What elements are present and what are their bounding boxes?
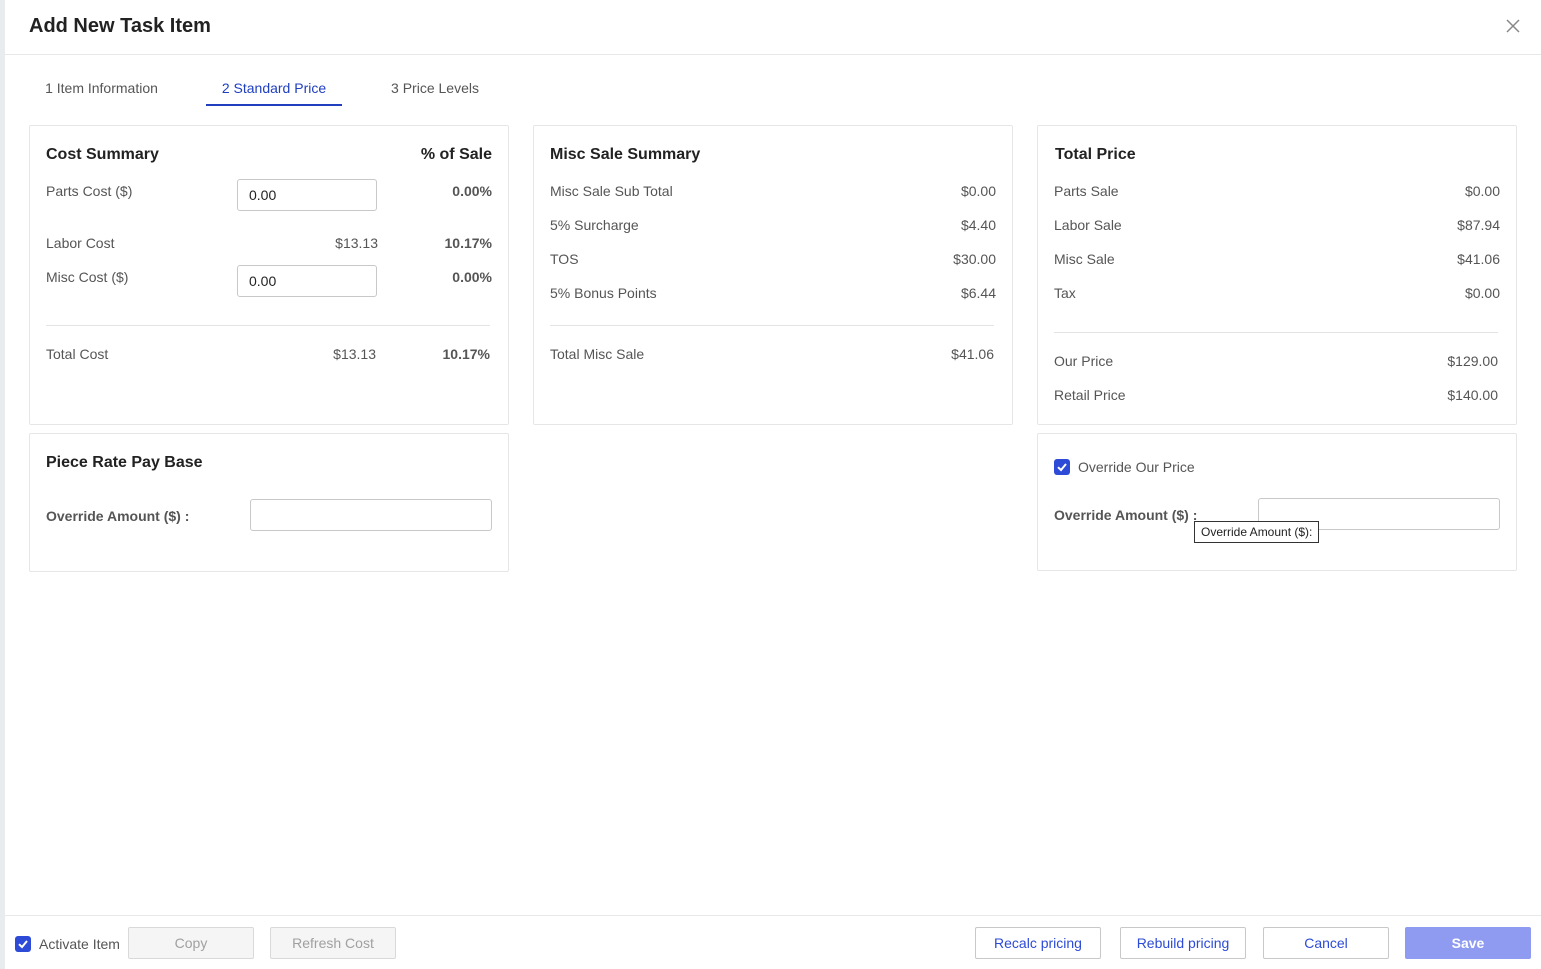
- misc-cost-label: Misc Cost ($): [46, 269, 129, 285]
- piece-rate-override-label: Override Amount ($) :: [46, 508, 190, 524]
- cost-divider: [46, 325, 490, 326]
- surcharge-label: 5% Surcharge: [550, 217, 639, 233]
- tos-value: $30.00: [953, 251, 996, 267]
- checkmark-icon: [18, 940, 28, 949]
- close-icon[interactable]: [1501, 14, 1525, 38]
- modal-footer: Activate Item Copy Refresh Cost Recalc p…: [5, 915, 1541, 969]
- misc-cost-input[interactable]: [237, 265, 377, 297]
- total-price-title: Total Price: [1055, 146, 1136, 163]
- bonus-points-label: 5% Bonus Points: [550, 285, 657, 301]
- tab-item-information[interactable]: 1 Item Information: [29, 72, 174, 106]
- surcharge-value: $4.40: [960, 217, 996, 233]
- our-price-label: Our Price: [1054, 353, 1114, 369]
- misc-sale-label: Misc Sale: [1054, 251, 1115, 267]
- recalc-pricing-button[interactable]: Recalc pricing: [975, 927, 1101, 959]
- total-misc-sale-label: Total Misc Sale: [550, 346, 645, 362]
- labor-sale-label: Labor Sale: [1054, 217, 1122, 233]
- parts-cost-input[interactable]: [237, 179, 377, 211]
- labor-sale-value: $87.94: [1457, 217, 1500, 233]
- tax-value: $0.00: [1464, 285, 1500, 301]
- total-price-divider: [1054, 332, 1498, 333]
- override-amount-label: Override Amount ($) :: [1054, 507, 1198, 523]
- tos-label: TOS: [550, 251, 579, 267]
- override-our-price-card: Override Our Price Override Amount ($) :…: [1037, 433, 1517, 571]
- labor-cost-value: $13.13: [335, 235, 378, 251]
- activate-item-checkbox[interactable]: [15, 936, 31, 952]
- checkmark-icon: [1057, 463, 1067, 472]
- total-cost-value: $13.13: [333, 346, 376, 362]
- override-our-price-checkbox[interactable]: [1054, 459, 1070, 475]
- labor-cost-label: Labor Cost: [46, 235, 115, 251]
- tax-label: Tax: [1054, 285, 1076, 301]
- retail-price-value: $140.00: [1447, 387, 1498, 403]
- parts-sale-label: Parts Sale: [1054, 183, 1119, 199]
- rebuild-pricing-button[interactable]: Rebuild pricing: [1120, 927, 1246, 959]
- tab-price-levels[interactable]: 3 Price Levels: [375, 72, 495, 106]
- modal-header: Add New Task Item: [5, 0, 1541, 55]
- pct-of-sale-header: % of Sale: [420, 146, 492, 163]
- misc-sale-summary-title: Misc Sale Summary: [550, 146, 701, 163]
- piece-rate-override-input[interactable]: [250, 499, 492, 531]
- misc-divider: [550, 325, 994, 326]
- save-button[interactable]: Save: [1405, 927, 1531, 959]
- piece-rate-title: Piece Rate Pay Base: [46, 454, 203, 471]
- override-amount-tooltip: Override Amount ($):: [1194, 521, 1320, 543]
- parts-sale-value: $0.00: [1464, 183, 1500, 199]
- modal-title: Add New Task Item: [29, 15, 211, 37]
- misc-sale-value: $41.06: [1457, 251, 1500, 267]
- piece-rate-card: Piece Rate Pay Base Override Amount ($) …: [29, 433, 509, 572]
- retail-price-label: Retail Price: [1054, 387, 1126, 403]
- total-cost-pct: 10.17%: [442, 346, 490, 362]
- our-price-value: $129.00: [1447, 353, 1498, 369]
- override-our-price-label: Override Our Price: [1078, 459, 1195, 475]
- cost-summary-title: Cost Summary: [46, 146, 159, 163]
- total-misc-sale-value: $41.06: [951, 346, 994, 362]
- refresh-cost-button[interactable]: Refresh Cost: [270, 927, 396, 959]
- step-tabs: 1 Item Information 2 Standard Price 3 Pr…: [5, 72, 1541, 108]
- parts-cost-pct: 0.00%: [452, 183, 492, 199]
- total-cost-label: Total Cost: [46, 346, 109, 362]
- misc-sale-subtotal-value: $0.00: [960, 183, 996, 199]
- misc-sale-subtotal-label: Misc Sale Sub Total: [550, 183, 673, 199]
- total-price-card: Total Price Parts Sale $0.00 Labor Sale …: [1037, 125, 1517, 425]
- misc-cost-pct: 0.00%: [452, 269, 492, 285]
- cost-summary-card: Cost Summary % of Sale Parts Cost ($) 0.…: [29, 125, 509, 425]
- cancel-button[interactable]: Cancel: [1263, 927, 1389, 959]
- tab-standard-price[interactable]: 2 Standard Price: [206, 72, 342, 106]
- copy-button[interactable]: Copy: [128, 927, 254, 959]
- misc-sale-summary-card: Misc Sale Summary Misc Sale Sub Total $0…: [533, 125, 1013, 425]
- bonus-points-value: $6.44: [960, 285, 996, 301]
- labor-cost-pct: 10.17%: [444, 235, 492, 251]
- parts-cost-label: Parts Cost ($): [46, 183, 133, 199]
- add-task-item-modal: Add New Task Item 1 Item Information 2 S…: [5, 0, 1541, 969]
- activate-item-label: Activate Item: [39, 936, 120, 952]
